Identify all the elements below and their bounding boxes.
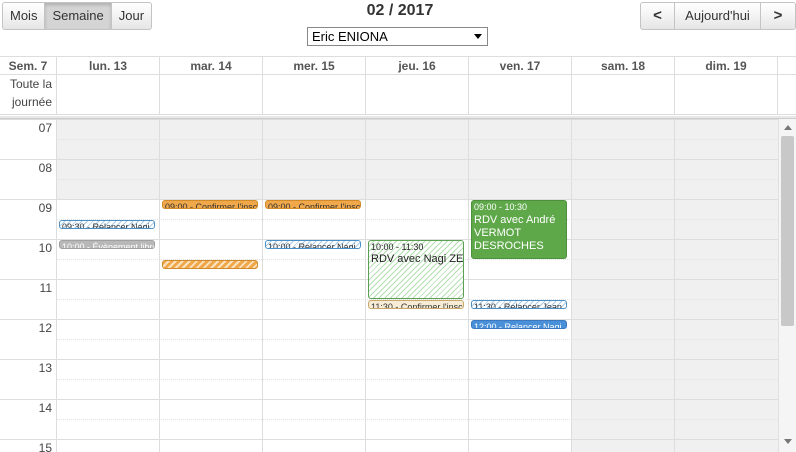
- user-select-value: Eric ENIONA: [312, 29, 388, 44]
- hour-label: 10: [38, 241, 52, 255]
- calendar-toolbar: Mois Semaine Jour 02 / 2017 Eric ENIONA …: [0, 0, 796, 56]
- day-column-mon[interactable]: [56, 119, 159, 452]
- half-hour-line: [56, 419, 778, 420]
- time-grid: 07 08 09 10 11 12 13 14 15 09:30 - Relancer Nagi 1…: [0, 119, 778, 452]
- calendar-event[interactable]: 10:00 - Relancer Nagi: [265, 240, 361, 249]
- calendar-event[interactable]: 11:30 - Confirmer l'insc: [368, 300, 464, 309]
- day-header-tue: mar. 14: [159, 57, 262, 75]
- all-day-row: Toute la journée: [0, 75, 796, 115]
- week-header: Sem. 7 lun. 13 mar. 14 mer. 15 jeu. 16 v…: [0, 56, 796, 75]
- half-hour-line: [56, 139, 778, 140]
- calendar-event[interactable]: 10:00 - Évènement libre: [59, 240, 155, 249]
- date-navigation: < Aujourd'hui >: [640, 2, 796, 30]
- calendar-event[interactable]: 11:30 - Relancer Jean: [471, 300, 567, 309]
- hour-label: 08: [38, 161, 52, 175]
- event-title: RDV avec Nagi ZEENNI (OWENS-CORNING: [371, 253, 464, 265]
- hour-label: 09: [38, 201, 52, 215]
- all-day-slot-sat[interactable]: [571, 75, 572, 115]
- hour-line: [0, 319, 778, 320]
- hour-line: [0, 159, 778, 160]
- half-hour-line: [56, 219, 778, 220]
- chevron-right-icon: >: [773, 7, 783, 24]
- day-header-sat: sam. 18: [571, 57, 674, 75]
- chevron-down-icon: [474, 34, 482, 39]
- header-scroll-spacer: [777, 57, 796, 75]
- day-column-fri[interactable]: [468, 119, 571, 452]
- day-view-button[interactable]: Jour: [112, 3, 151, 29]
- user-select[interactable]: Eric ENIONA: [307, 27, 488, 46]
- hour-label: 15: [38, 441, 52, 452]
- hour-label: 14: [38, 401, 52, 415]
- all-day-label: Toute la journée: [9, 77, 52, 109]
- week-view-button[interactable]: Semaine: [45, 3, 112, 29]
- event-time: 09:00 - 10:30: [474, 202, 528, 212]
- scroll-down-icon[interactable]: [784, 439, 792, 444]
- calendar-event[interactable]: 12:00 - Relancer Nagi: [471, 320, 567, 329]
- month-view-button[interactable]: Mois: [3, 3, 46, 29]
- view-switcher: Mois Semaine Jour: [2, 2, 153, 30]
- day-header-sun: dim. 19: [674, 57, 777, 75]
- event-title: RDV avec André VERMOT DESROCHES: [474, 214, 556, 252]
- week-number: Sem. 7: [8, 59, 48, 73]
- hour-line: [0, 399, 778, 400]
- hour-line: [0, 199, 778, 200]
- half-hour-line: [56, 339, 778, 340]
- grid-scrollbar[interactable]: [778, 119, 796, 452]
- day-column-sat[interactable]: [571, 119, 674, 452]
- day-column-wed[interactable]: [262, 119, 365, 452]
- all-day-slot-wed[interactable]: [262, 75, 263, 115]
- hour-label: 11: [39, 281, 52, 295]
- event-time: 10:00 - 11:30: [371, 242, 424, 252]
- calendar-event[interactable]: [162, 260, 258, 269]
- hour-label: 13: [38, 361, 52, 375]
- scroll-up-icon[interactable]: [784, 125, 792, 130]
- day-column-tue[interactable]: [159, 119, 262, 452]
- hour-line: [0, 439, 778, 440]
- hour-line: [0, 359, 778, 360]
- half-hour-line: [56, 179, 778, 180]
- next-button[interactable]: >: [761, 3, 795, 29]
- today-button[interactable]: Aujourd'hui: [675, 3, 761, 29]
- half-hour-line: [56, 379, 778, 380]
- calendar-event[interactable]: 09:30 - Relancer Nagi: [59, 220, 155, 229]
- all-day-end-line: [777, 75, 778, 115]
- chevron-left-icon: <: [653, 7, 662, 24]
- day-header-mon: lun. 13: [56, 57, 159, 75]
- day-header-fri: ven. 17: [468, 57, 571, 75]
- all-day-slot-sun[interactable]: [674, 75, 675, 115]
- all-day-slot-thu[interactable]: [365, 75, 366, 115]
- all-day-slot-fri[interactable]: [468, 75, 469, 115]
- hour-line: [0, 119, 778, 120]
- calendar-event[interactable]: 09:00 - Confirmer l'insc: [162, 200, 258, 209]
- calendar-event[interactable]: 09:00 - 10:30 RDV avec André VERMOT DESRO…: [471, 200, 567, 259]
- hour-label: 07: [38, 121, 52, 135]
- day-header-wed: mer. 15: [262, 57, 365, 75]
- day-column-sun[interactable]: [674, 119, 778, 452]
- day-header-thu: jeu. 16: [365, 57, 468, 75]
- calendar-event[interactable]: 10:00 - 11:30RDV avec Nagi ZEENNI (OWENS…: [368, 240, 464, 299]
- calendar-event[interactable]: 09:00 - Confirmer l'insc: [265, 200, 361, 209]
- all-day-slot-tue[interactable]: [159, 75, 160, 115]
- scrollbar-thumb[interactable]: [781, 136, 794, 326]
- calendar-title: 02 / 2017: [366, 2, 434, 19]
- all-day-slot-mon[interactable]: [56, 75, 57, 115]
- prev-button[interactable]: <: [641, 3, 675, 29]
- hour-label: 12: [38, 321, 52, 335]
